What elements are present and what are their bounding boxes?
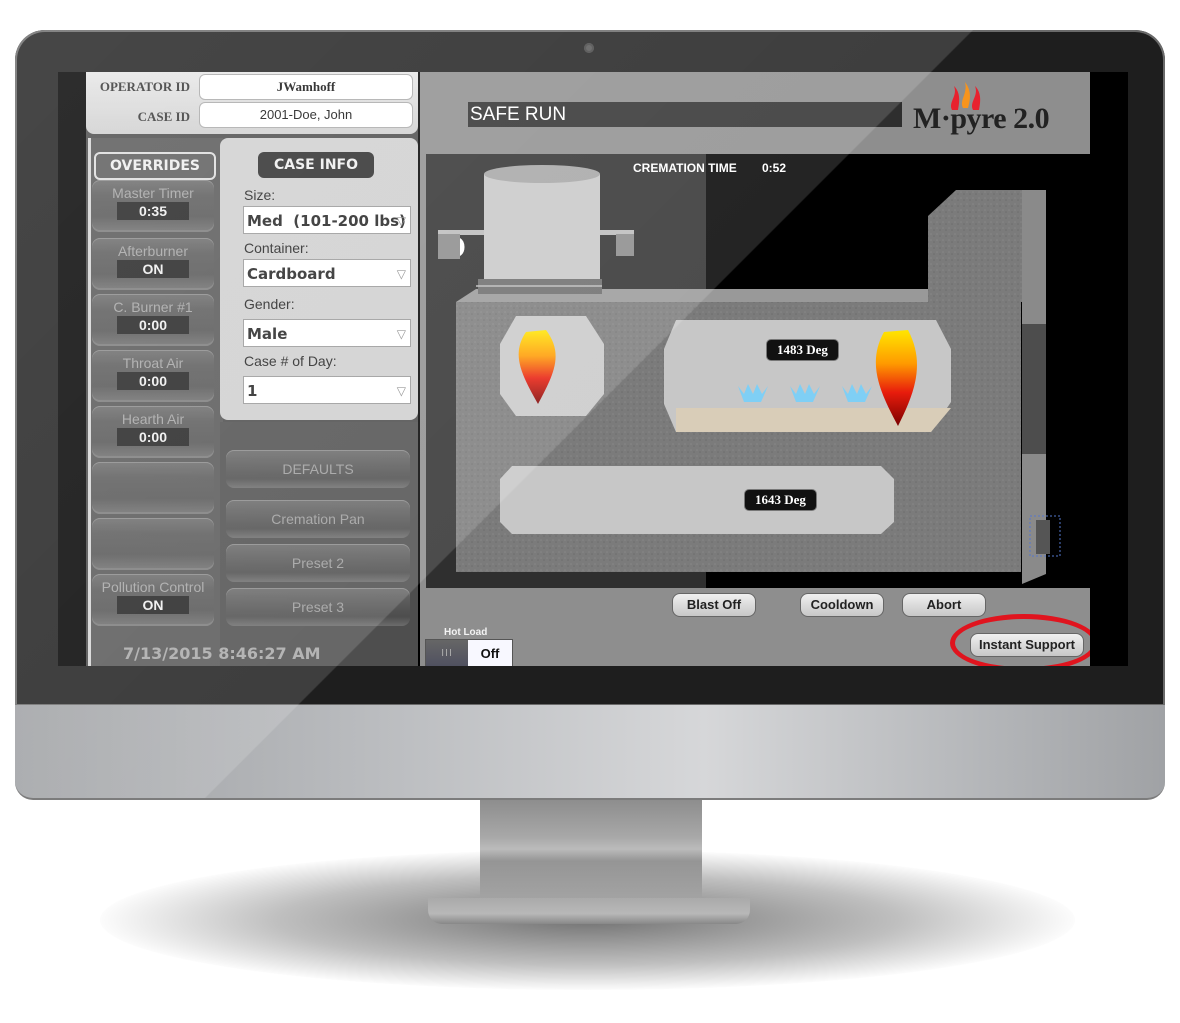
monitor-stand-neck — [480, 795, 702, 915]
cremation-time-label: CREMATION TIME — [633, 161, 737, 175]
overrides-title: OVERRIDES — [94, 152, 216, 180]
chevron-down-icon: ▽ — [396, 267, 406, 281]
abort-button[interactable]: Abort — [902, 593, 986, 617]
override-label: Hearth Air — [121, 411, 185, 427]
sensor-right-icon — [616, 234, 634, 256]
override-label: Pollution Control — [101, 579, 205, 595]
monitor-chin — [15, 705, 1165, 800]
preset-3-button[interactable]: Preset 3 — [226, 588, 410, 626]
monitor-stand-foot — [428, 898, 750, 924]
hearth — [676, 408, 951, 432]
secondary-chamber — [500, 466, 894, 534]
case-number-select[interactable]: 1 ▽ — [243, 376, 411, 404]
container-select[interactable]: Cardboard ▽ — [243, 259, 411, 287]
datetime: 7/13/2015 8:46:27 AM — [123, 644, 321, 663]
size-label: Size: — [244, 187, 276, 203]
override-c-burner-1[interactable]: C. Burner #1 0:00 — [92, 294, 214, 346]
override-value: ON — [117, 596, 189, 614]
chevron-down-icon: ▽ — [396, 327, 406, 341]
toggle-off-grip: III — [426, 640, 468, 666]
cooldown-button[interactable]: Cooldown — [800, 593, 884, 617]
override-afterburner[interactable]: Afterburner ON — [92, 238, 214, 290]
override-value: 0:35 — [117, 202, 189, 220]
override-pollution-control[interactable]: Pollution Control ON — [92, 574, 214, 626]
case-number-label: Case # of Day: — [244, 353, 337, 369]
override-throat-air[interactable]: Throat Air 0:00 — [92, 350, 214, 402]
case-id-field[interactable]: 2001-Doe, John — [199, 102, 413, 128]
override-empty-2[interactable] — [92, 518, 214, 570]
override-value: 0:00 — [117, 316, 189, 334]
camera-icon — [584, 43, 594, 53]
gender-select[interactable]: Male ▽ — [243, 319, 411, 347]
screen: OPERATOR ID JWamhoff CASE ID 2001-Doe, J… — [58, 72, 1128, 666]
preset-2-button[interactable]: Preset 2 — [226, 544, 410, 582]
hot-load-toggle[interactable]: III Off — [425, 639, 513, 666]
secondary-temperature: 1643 Deg — [744, 489, 817, 511]
size-value: Med (101-200 lbs) — [247, 212, 406, 230]
gender-value: Male — [247, 325, 288, 343]
case-number-value: 1 — [247, 382, 258, 400]
container-label: Container: — [244, 240, 309, 256]
defaults-button[interactable]: DEFAULTS — [226, 450, 410, 488]
override-label: C. Burner #1 — [113, 299, 193, 315]
override-label: Afterburner — [117, 243, 189, 259]
hot-load-label: Hot Load — [444, 627, 488, 638]
override-value: ON — [117, 260, 189, 278]
stack-opening — [1022, 324, 1046, 454]
cremation-time-value: 0:52 — [762, 161, 787, 175]
cremator-diagram — [426, 154, 1090, 588]
blast-off-button[interactable]: Blast Off — [672, 593, 756, 617]
override-empty-1[interactable] — [92, 462, 214, 514]
chevron-down-icon: ▽ — [396, 214, 406, 228]
override-master-timer[interactable]: Master Timer 0:35 — [92, 180, 214, 232]
light-icon — [460, 238, 465, 256]
status-display: SAFE RUN — [468, 102, 902, 127]
operator-id-field[interactable]: JWamhoff — [199, 74, 413, 100]
override-hearth-air[interactable]: Hearth Air 0:00 — [92, 406, 214, 458]
operator-id-label: OPERATOR ID — [99, 79, 190, 94]
override-value: 0:00 — [117, 428, 189, 446]
toggle-state: Off — [468, 640, 512, 666]
gender-label: Gender: — [244, 296, 295, 312]
chevron-down-icon: ▽ — [396, 384, 406, 398]
app-logo: M·pyre 2.0 — [913, 102, 1050, 135]
stack — [928, 190, 1022, 302]
override-value: 0:00 — [117, 372, 189, 390]
override-label: Throat Air — [122, 355, 184, 371]
container-value: Cardboard — [247, 265, 336, 283]
primary-temperature: 1483 Deg — [766, 339, 839, 361]
case-id-label: CASE ID — [137, 109, 190, 124]
preset-cremation-pan-button[interactable]: Cremation Pan — [226, 500, 410, 538]
cremator-diagram-svg — [438, 154, 1090, 588]
screen-right-edge — [1090, 72, 1128, 666]
highlight-ring — [950, 614, 1098, 666]
loading-hopper — [484, 174, 600, 292]
case-info-title: CASE INFO — [258, 152, 374, 178]
hopper-top — [484, 165, 600, 183]
override-label: Master Timer — [112, 185, 194, 201]
sensor-left-icon — [438, 234, 460, 259]
size-select[interactable]: Med (101-200 lbs) ▽ — [243, 206, 411, 234]
